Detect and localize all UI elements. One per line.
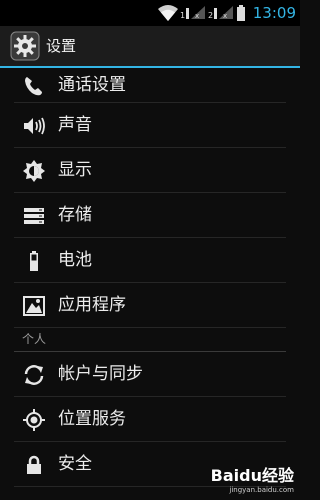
clock: 13:09 <box>252 4 296 22</box>
wifi-icon <box>157 5 178 21</box>
page-title: 设置 <box>46 37 77 55</box>
settings-item-call[interactable]: 通话设置 <box>14 68 286 103</box>
watermark-logo: Baidu经验 <box>210 466 294 485</box>
lock-icon <box>27 455 41 474</box>
settings-item-label: 帐户与同步 <box>58 364 143 384</box>
action-bar: 设置 <box>0 26 300 68</box>
brightness-icon <box>23 160 45 182</box>
watermark: Baidu经验 jingyan.baidu.com <box>211 462 294 494</box>
apps-icon <box>23 296 45 316</box>
settings-item-storage[interactable]: 存储 <box>14 193 286 238</box>
settings-item-label: 位置服务 <box>58 409 126 429</box>
battery-icon <box>30 251 38 271</box>
storage-icon <box>24 208 44 224</box>
settings-gear-icon[interactable] <box>10 31 40 61</box>
settings-item-label: 通话设置 <box>58 75 126 95</box>
phone-icon <box>25 77 42 96</box>
settings-item-label: 应用程序 <box>58 295 126 315</box>
sync-icon <box>24 365 44 385</box>
settings-item-sound[interactable]: 声音 <box>14 103 286 148</box>
settings-item-label: 存储 <box>58 205 92 225</box>
status-bar: 1 x 2 x 13:09 <box>0 0 300 26</box>
svg-text:2: 2 <box>208 11 213 20</box>
svg-text:x: x <box>223 12 227 20</box>
svg-text:x: x <box>195 12 199 20</box>
battery-status-icon <box>236 5 245 21</box>
settings-item-accounts-sync[interactable]: 帐户与同步 <box>14 352 286 397</box>
section-header-label: 个人 <box>22 332 47 346</box>
signal-sim1-icon: 1 x <box>180 6 205 20</box>
section-header-personal: 个人 <box>14 328 286 352</box>
svg-text:1: 1 <box>180 11 185 20</box>
settings-item-label: 安全 <box>58 454 92 474</box>
settings-item-label: 电池 <box>58 250 92 270</box>
location-icon <box>23 409 45 431</box>
watermark-url: jingyan.baidu.com <box>229 486 294 494</box>
speaker-icon <box>24 117 45 135</box>
settings-item-apps[interactable]: 应用程序 <box>14 283 286 328</box>
settings-item-battery[interactable]: 电池 <box>14 238 286 283</box>
settings-list: 通话设置 声音 显示 存储 电池 应用程序 个人 帐户与同步 位置服务 安全 <box>0 68 300 487</box>
settings-item-label: 声音 <box>58 115 92 135</box>
settings-item-location[interactable]: 位置服务 <box>14 397 286 442</box>
status-icons: 1 x 2 x 13:09 <box>157 0 300 26</box>
settings-item-display[interactable]: 显示 <box>14 148 286 193</box>
settings-item-label: 显示 <box>58 160 92 180</box>
signal-sim2-icon: 2 x <box>208 6 233 20</box>
